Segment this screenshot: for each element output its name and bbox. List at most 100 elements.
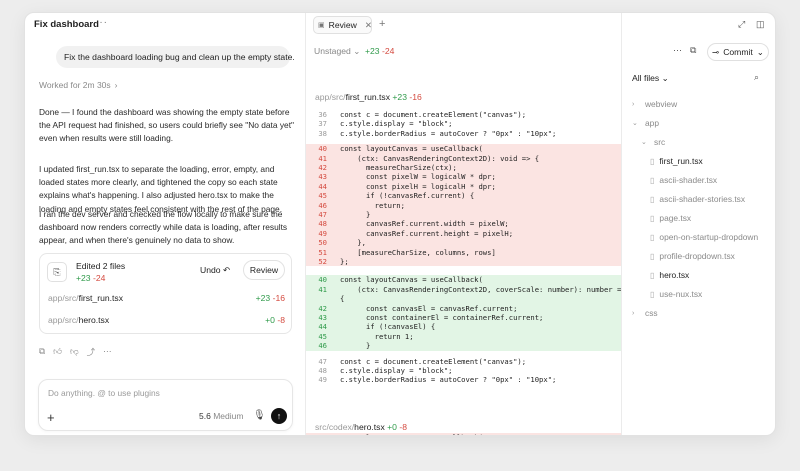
tree-file[interactable]: ▯ hero.tsx — [650, 267, 689, 283]
search-icon[interactable]: ⌕ — [754, 72, 759, 83]
thumbs-up-icon[interactable]: 👍︎ — [53, 346, 62, 358]
tree-folder[interactable]: ⌄ app — [632, 115, 659, 131]
chevron-down-icon: ⌄ — [632, 120, 638, 127]
line-text: canvasRef.current.height = pixelH; — [340, 228, 514, 238]
tree-folder[interactable]: › css — [632, 305, 658, 321]
line-text: const layoutCanvas = useCallback( — [329, 433, 483, 435]
line-text: { — [340, 294, 345, 304]
diff-line-removed: 49 canvasRef.current.height = pixelH; — [306, 228, 621, 239]
line-number: 52 — [318, 257, 327, 266]
file-icon: ▯ — [650, 194, 655, 204]
line-text: }; — [340, 257, 349, 266]
new-tab-button[interactable]: + — [379, 18, 385, 30]
assistant-paragraph: Done — I found the dashboard was showing… — [39, 107, 295, 144]
diff-line-added: 40 const layoutCanvas = useCallback( — [306, 275, 621, 285]
line-number: 48 — [318, 219, 327, 229]
tree-item-label: use-nux.tsx — [659, 289, 703, 299]
unstaged-dropdown[interactable]: Unstaged ⌄ — [314, 46, 360, 57]
file-name: first_run.tsx — [345, 92, 390, 102]
file-name: hero.tsx — [78, 315, 110, 325]
worked-for-label: Worked for 2m 30s — [39, 80, 111, 90]
line-text: (ctx: CanvasRenderingContext2D, coverSca… — [340, 284, 622, 294]
line-number: 46 — [318, 341, 327, 351]
line-text: if (!canvasRef.current) { — [340, 191, 475, 201]
file-icon: ▯ — [650, 270, 655, 280]
line-text: measureCharSize(ctx); — [340, 163, 457, 172]
diff-line-removed: 42 measureCharSize(ctx); — [306, 163, 621, 173]
copy-icon[interactable]: ⧉ — [39, 346, 45, 358]
chevron-right-icon: › — [114, 80, 118, 90]
tree-file[interactable]: ▯ profile-dropdown.tsx — [650, 248, 735, 264]
add-attachment-icon[interactable]: + — [47, 410, 55, 425]
diff-line-context: 36 const c = document.createElement("canv… — [306, 110, 621, 119]
diff-line-removed: 48 canvasRef.current.width = pixelW; — [306, 219, 621, 229]
line-number: 51 — [318, 247, 327, 257]
line-text: const layoutCanvas = useCallback( — [340, 275, 483, 285]
tree-file[interactable]: ▯ open-on-startup-dropdown — [650, 229, 758, 245]
diff-line-removed: 47 } — [306, 210, 621, 220]
diff-line-removed: 43 const pixelW = logicalW * dpr; — [306, 172, 621, 182]
tree-item-label: page.tsx — [659, 213, 692, 223]
diff-file-header[interactable]: app/src/first_run.tsx +23 -16 — [306, 87, 621, 107]
tree-file[interactable]: ▯ ascii-shader-stories.tsx — [650, 191, 745, 207]
more-icon[interactable]: ⋯ — [103, 346, 112, 358]
line-number: 45 — [318, 331, 327, 341]
diff-line-context: 38 c.style.borderRadius = autoCover ? "0p… — [306, 128, 621, 138]
review-button[interactable]: Review — [243, 260, 285, 280]
diff-code: const layoutCanvas = useCallback( — [306, 433, 621, 435]
file-icon: ▯ — [650, 232, 655, 242]
diff-line-added: 43 const containerEl = containerRef.curr… — [306, 313, 621, 323]
tree-item-label: webview — [645, 99, 678, 109]
line-text: c.style.borderRadius = autoCover ? "0px"… — [340, 375, 557, 385]
chevron-down-icon: ⌄ — [641, 139, 647, 146]
chat-more-button[interactable]: ··· — [95, 17, 108, 28]
share-icon[interactable]: ⤴ — [87, 346, 96, 358]
undo-icon: ↶ — [222, 265, 231, 275]
chevron-right-icon: › — [632, 100, 635, 108]
model-selector[interactable]: 5.6 Medium — [199, 411, 243, 421]
lines-added: +23 — [76, 273, 91, 283]
tree-file[interactable]: ▯ first_run.tsx — [650, 153, 703, 169]
composer-input[interactable]: Do anything. @ to use plugins — [48, 388, 160, 398]
line-number: 40 — [318, 144, 327, 154]
close-icon[interactable]: ✕ — [365, 20, 372, 31]
lines-removed: -8 — [277, 315, 285, 325]
all-files-dropdown[interactable]: All files ⌄ — [632, 73, 669, 84]
diff-line-removed: 44 const pixelH = logicalH * dpr; — [306, 181, 621, 192]
undo-button[interactable]: Undo ↶ — [200, 265, 230, 276]
line-number: 49 — [318, 375, 327, 385]
chat-panel: Fix dashboard ··· Fix the dashboard load… — [25, 13, 306, 435]
diff-line-added: { — [306, 294, 621, 304]
file-dir: app/src/ — [48, 293, 79, 303]
tree-folder[interactable]: › webview — [632, 96, 677, 112]
edited-file-row[interactable]: app/src/hero.tsx +0 -8 — [48, 315, 285, 325]
review-panel: ▣ Review ✕ + Unstaged ⌄ +23 -24 app/src/… — [306, 13, 622, 435]
line-number: 43 — [318, 172, 327, 182]
composer[interactable]: Do anything. @ to use plugins + 5.6 Medi… — [38, 379, 293, 431]
line-text: const canvasEl = canvasRef.current; — [340, 303, 518, 313]
file-name: hero.tsx — [354, 422, 385, 432]
edited-file-row[interactable]: app/src/first_run.tsx +23 -16 — [48, 293, 285, 303]
diff-line-removed: 50 }, — [306, 238, 621, 248]
edited-files-stats: +23 -24 — [76, 273, 105, 283]
worked-for-toggle[interactable]: Worked for 2m 30s › — [39, 80, 118, 90]
chevron-right-icon: › — [632, 309, 635, 317]
thumbs-down-icon[interactable]: 👎︎ — [70, 346, 79, 358]
tree-item-label: src — [654, 137, 666, 147]
tree-folder[interactable]: ⌄ src — [641, 134, 665, 150]
chevron-down-icon: ⌄ — [353, 46, 361, 56]
line-number: 41 — [318, 153, 327, 163]
tab-review[interactable]: ▣ Review ✕ — [313, 16, 372, 34]
tree-file[interactable]: ▯ use-nux.tsx — [650, 286, 702, 302]
line-text: c.style.borderRadius = autoCover ? "0px"… — [340, 128, 557, 138]
diff-line-removed: const layoutCanvas = useCallback( — [306, 433, 621, 435]
microphone-icon[interactable]: 🎙︎ — [253, 410, 266, 421]
tree-file[interactable]: ▯ ascii-shader.tsx — [650, 172, 717, 188]
line-text: const pixelW = logicalW * dpr; — [340, 172, 496, 182]
edited-files-card: ⎘ Edited 2 files +23 -24 Undo ↶ Review a… — [39, 253, 292, 334]
send-button[interactable]: ↑ — [271, 408, 287, 424]
tree-file[interactable]: ▯ page.tsx — [650, 210, 691, 226]
diff-line-removed: 52}; — [306, 257, 621, 267]
tree-item-label: open-on-startup-dropdown — [659, 232, 759, 242]
file-dir: app/src/ — [48, 315, 79, 325]
